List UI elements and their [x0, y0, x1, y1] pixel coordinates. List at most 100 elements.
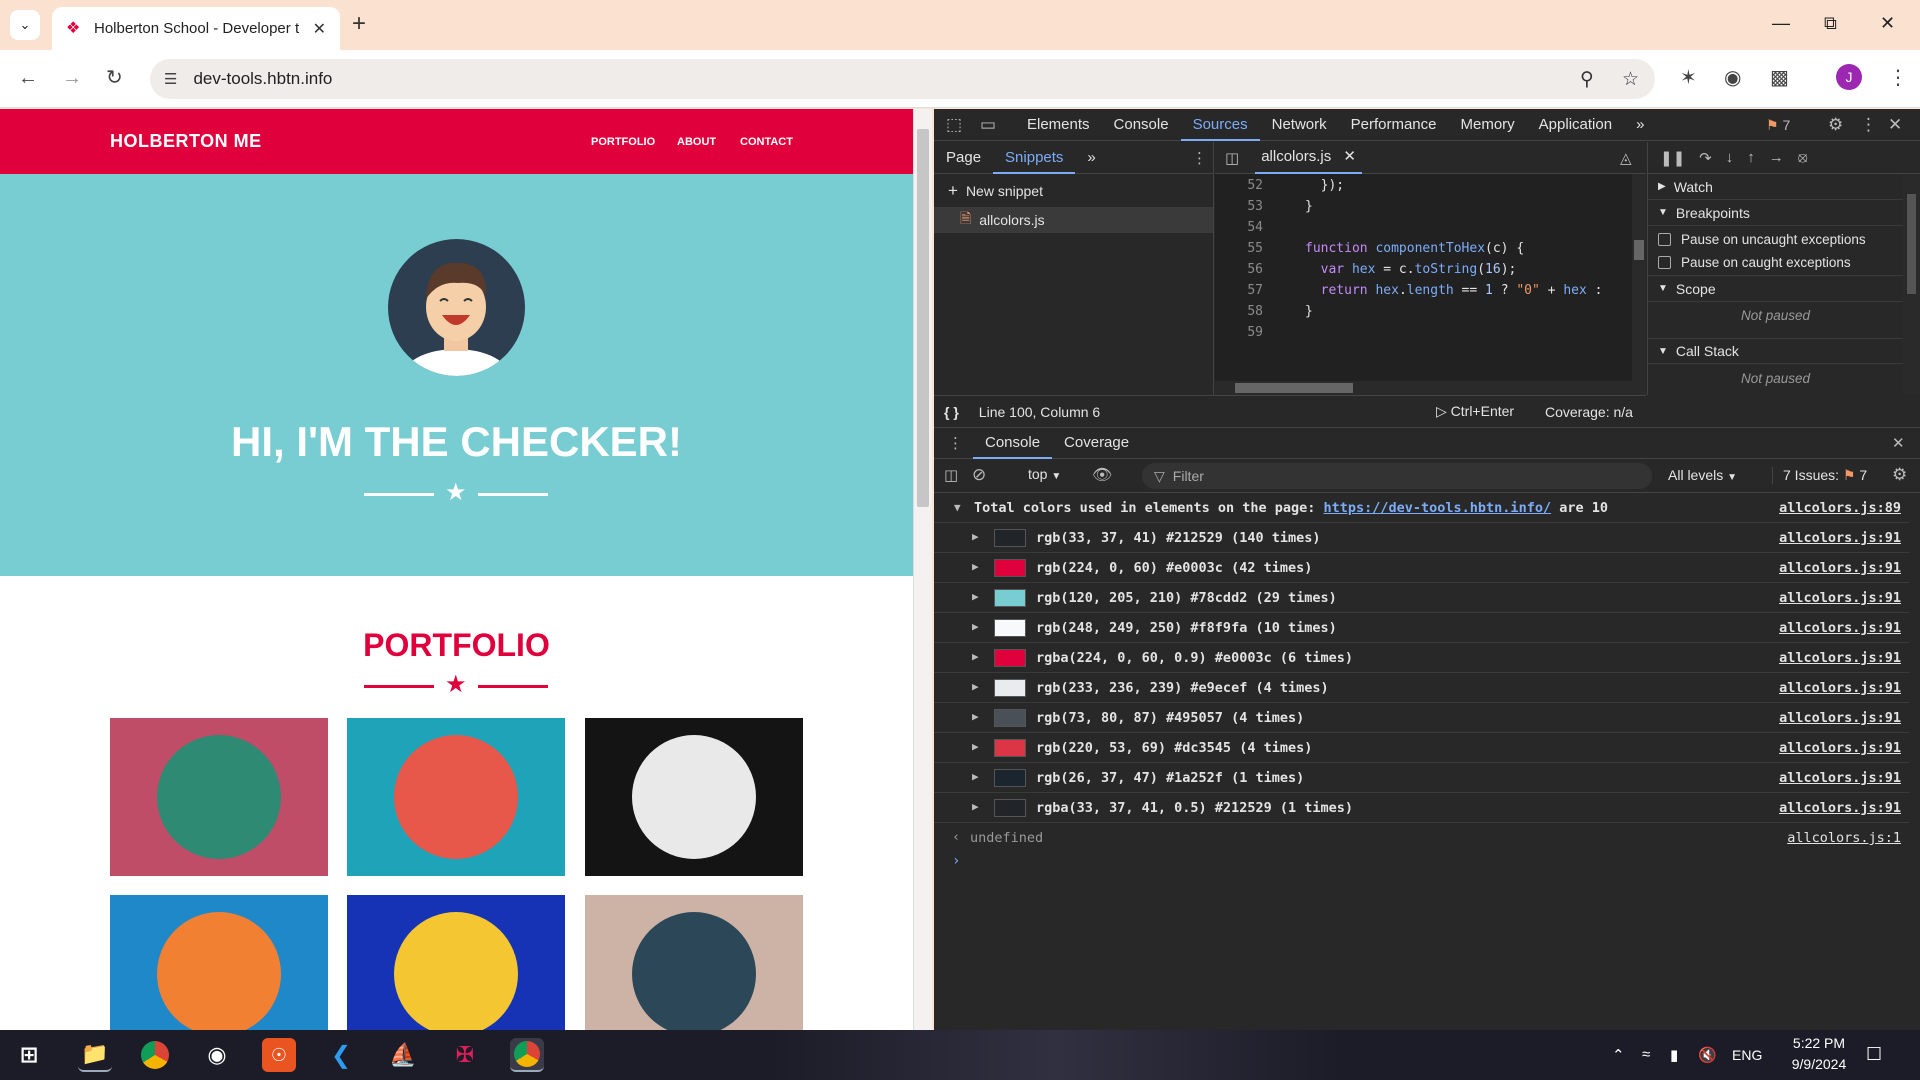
console-group-header[interactable]: ▼ Total colors used in elements on the p…: [934, 493, 1909, 523]
watch-section[interactable]: ▶ Watch: [1648, 174, 1903, 200]
back-button[interactable]: ←: [18, 66, 38, 90]
more-nav-tabs-icon[interactable]: »: [1075, 142, 1107, 174]
close-window-button[interactable]: ✕: [1880, 12, 1895, 34]
console-color-row[interactable]: ▶ rgb(248, 249, 250) #f8f9fa (10 times) al…: [934, 613, 1909, 643]
forward-button[interactable]: →: [62, 66, 82, 90]
scrollbar-thumb[interactable]: [917, 129, 929, 507]
nav-link-portfolio[interactable]: PORTFOLIO: [591, 136, 655, 148]
tab-performance[interactable]: Performance: [1339, 109, 1449, 141]
close-devtools-icon[interactable]: ✕: [1888, 115, 1902, 135]
portfolio-card-circus[interactable]: [585, 718, 803, 876]
github-icon[interactable]: ◉: [200, 1038, 234, 1072]
source-link[interactable]: allcolors.js:1: [1787, 830, 1901, 846]
issues-badge[interactable]: ⚑ 7: [1766, 117, 1790, 134]
console-filter-input[interactable]: ▽ Filter: [1142, 463, 1652, 489]
source-link[interactable]: allcolors.js:91: [1779, 800, 1901, 816]
console-color-row[interactable]: ▶ rgb(220, 53, 69) #dc3545 (4 times) allco…: [934, 733, 1909, 763]
ubuntu-icon[interactable]: ☉: [262, 1038, 296, 1072]
vscode-icon[interactable]: ❮: [324, 1038, 358, 1072]
new-tab-button[interactable]: +: [352, 12, 366, 36]
deactivate-breakpoints-icon[interactable]: ⦻: [1798, 149, 1808, 166]
tab-memory[interactable]: Memory: [1449, 109, 1527, 141]
source-link[interactable]: allcolors.js:91: [1779, 560, 1901, 576]
reload-button[interactable]: ↻: [106, 66, 123, 90]
clear-console-icon[interactable]: ⊘: [972, 465, 986, 485]
source-link[interactable]: allcolors.js:91: [1779, 710, 1901, 726]
editor-vertical-scrollbar[interactable]: [1632, 174, 1646, 395]
source-link[interactable]: allcolors.js:91: [1779, 680, 1901, 696]
console-sidebar-icon[interactable]: ◫: [944, 466, 958, 484]
pause-uncaught-checkbox[interactable]: [1658, 232, 1671, 246]
windows-start-icon[interactable]: ⊞: [12, 1038, 46, 1072]
toggle-debugger-icon[interactable]: ◬: [1620, 149, 1632, 167]
nav-link-contact[interactable]: CONTACT: [740, 136, 793, 148]
navigator-menu-icon[interactable]: ⋮: [1192, 149, 1207, 167]
inspect-element-icon[interactable]: ⬚: [946, 115, 962, 135]
call-stack-section[interactable]: ▼ Call Stack: [1648, 338, 1903, 364]
pause-caught-checkbox[interactable]: [1658, 256, 1671, 269]
chrome-icon[interactable]: [138, 1038, 172, 1072]
editor-file-tab[interactable]: allcolors.js ✕: [1255, 142, 1362, 174]
context-selector[interactable]: top ▼: [1028, 466, 1061, 482]
profile-avatar[interactable]: J: [1836, 64, 1862, 90]
source-link[interactable]: allcolors.js:91: [1779, 530, 1901, 546]
extension-icon[interactable]: ✶: [1680, 66, 1697, 90]
step-over-icon[interactable]: ↷: [1699, 149, 1712, 167]
portfolio-card-cake[interactable]: [347, 718, 565, 876]
notifications-icon[interactable]: ☐: [1866, 1044, 1882, 1065]
source-link[interactable]: allcolors.js:91: [1779, 740, 1901, 756]
restore-button[interactable]: ⧉: [1824, 12, 1837, 34]
editor-hscroll-thumb[interactable]: [1235, 383, 1353, 393]
console-color-row[interactable]: ▶ rgb(120, 205, 210) #78cdd2 (29 times) al…: [934, 583, 1909, 613]
page-scrollbar[interactable]: [913, 109, 932, 1030]
console-settings-icon[interactable]: ⚙: [1892, 465, 1907, 485]
settings-gear-icon[interactable]: ⚙: [1828, 115, 1843, 135]
omnibox[interactable]: ☰ dev-tools.hbtn.info ⚲ ☆: [150, 59, 1655, 99]
code-editor[interactable]: 52 }); 53} 54 55 function componentToHex(c) …: [1215, 174, 1646, 395]
close-file-icon[interactable]: ✕: [1343, 148, 1356, 165]
portfolio-card-cabin[interactable]: [110, 718, 328, 876]
snippet-file-item[interactable]: 🗎 allcolors.js: [934, 207, 1213, 233]
source-link[interactable]: allcolors.js:91: [1779, 650, 1901, 666]
menu-kebab-icon[interactable]: ⋮: [1888, 66, 1908, 90]
scope-section[interactable]: ▼ Scope: [1648, 276, 1903, 302]
portfolio-card-submarine[interactable]: [585, 895, 803, 1030]
file-explorer-icon[interactable]: 📁: [78, 1038, 112, 1072]
console-color-row[interactable]: ▶ rgb(26, 37, 47) #1a252f (1 times) allcol…: [934, 763, 1909, 793]
nav-link-about[interactable]: ABOUT: [677, 136, 716, 148]
breakpoints-section[interactable]: ▼ Breakpoints: [1648, 200, 1903, 226]
toggle-navigator-icon[interactable]: ◫: [1225, 149, 1239, 167]
browser-tab[interactable]: ❖ Holberton School - Developer t ✕: [52, 7, 340, 50]
slack-icon[interactable]: ✠: [448, 1038, 482, 1072]
tab-page[interactable]: Page: [934, 142, 993, 174]
tab-elements[interactable]: Elements: [1015, 109, 1102, 141]
bookmark-star-icon[interactable]: ☆: [1622, 68, 1639, 91]
drawer-tab-console[interactable]: Console: [973, 427, 1053, 459]
battery-icon[interactable]: ▮: [1670, 1046, 1678, 1064]
console-url-link[interactable]: https://dev-tools.hbtn.info/: [1324, 500, 1552, 516]
source-link[interactable]: allcolors.js:89: [1779, 500, 1901, 516]
run-snippet-button[interactable]: ▷ Ctrl+Enter: [1436, 403, 1514, 420]
clock-date[interactable]: 9/9/2024: [1784, 1056, 1854, 1072]
portfolio-card-safe[interactable]: [347, 895, 565, 1030]
source-link[interactable]: allcolors.js:91: [1779, 770, 1901, 786]
pause-icon[interactable]: ❚❚: [1660, 149, 1685, 167]
site-brand[interactable]: HOLBERTON ME: [110, 131, 262, 152]
zoom-icon[interactable]: ⚲: [1580, 68, 1594, 91]
close-tab-icon[interactable]: ✕: [313, 19, 326, 39]
console-color-row[interactable]: ▶ rgb(224, 0, 60) #e0003c (42 times) allco…: [934, 553, 1909, 583]
log-levels-dropdown[interactable]: All levels ▼: [1668, 467, 1737, 483]
drawer-tab-coverage[interactable]: Coverage: [1052, 427, 1141, 459]
editor-scroll-thumb[interactable]: [1634, 240, 1644, 260]
source-link[interactable]: allcolors.js:91: [1779, 590, 1901, 606]
pause-caught-row[interactable]: Pause on caught exceptions: [1648, 250, 1903, 276]
console-prompt[interactable]: ›: [952, 853, 960, 869]
tab-sources[interactable]: Sources: [1180, 109, 1260, 141]
tab-console[interactable]: Console: [1102, 109, 1181, 141]
console-color-row[interactable]: ▶ rgb(233, 236, 239) #e9ecef (4 times) all…: [934, 673, 1909, 703]
debugger-scrollbar[interactable]: [1903, 174, 1920, 395]
devtools-menu-icon[interactable]: ⋮: [1860, 115, 1877, 135]
wifi-icon[interactable]: ≈: [1642, 1046, 1650, 1063]
console-color-row[interactable]: ▶ rgb(73, 80, 87) #495057 (4 times) allcol…: [934, 703, 1909, 733]
site-info-icon[interactable]: ☰: [164, 70, 177, 88]
